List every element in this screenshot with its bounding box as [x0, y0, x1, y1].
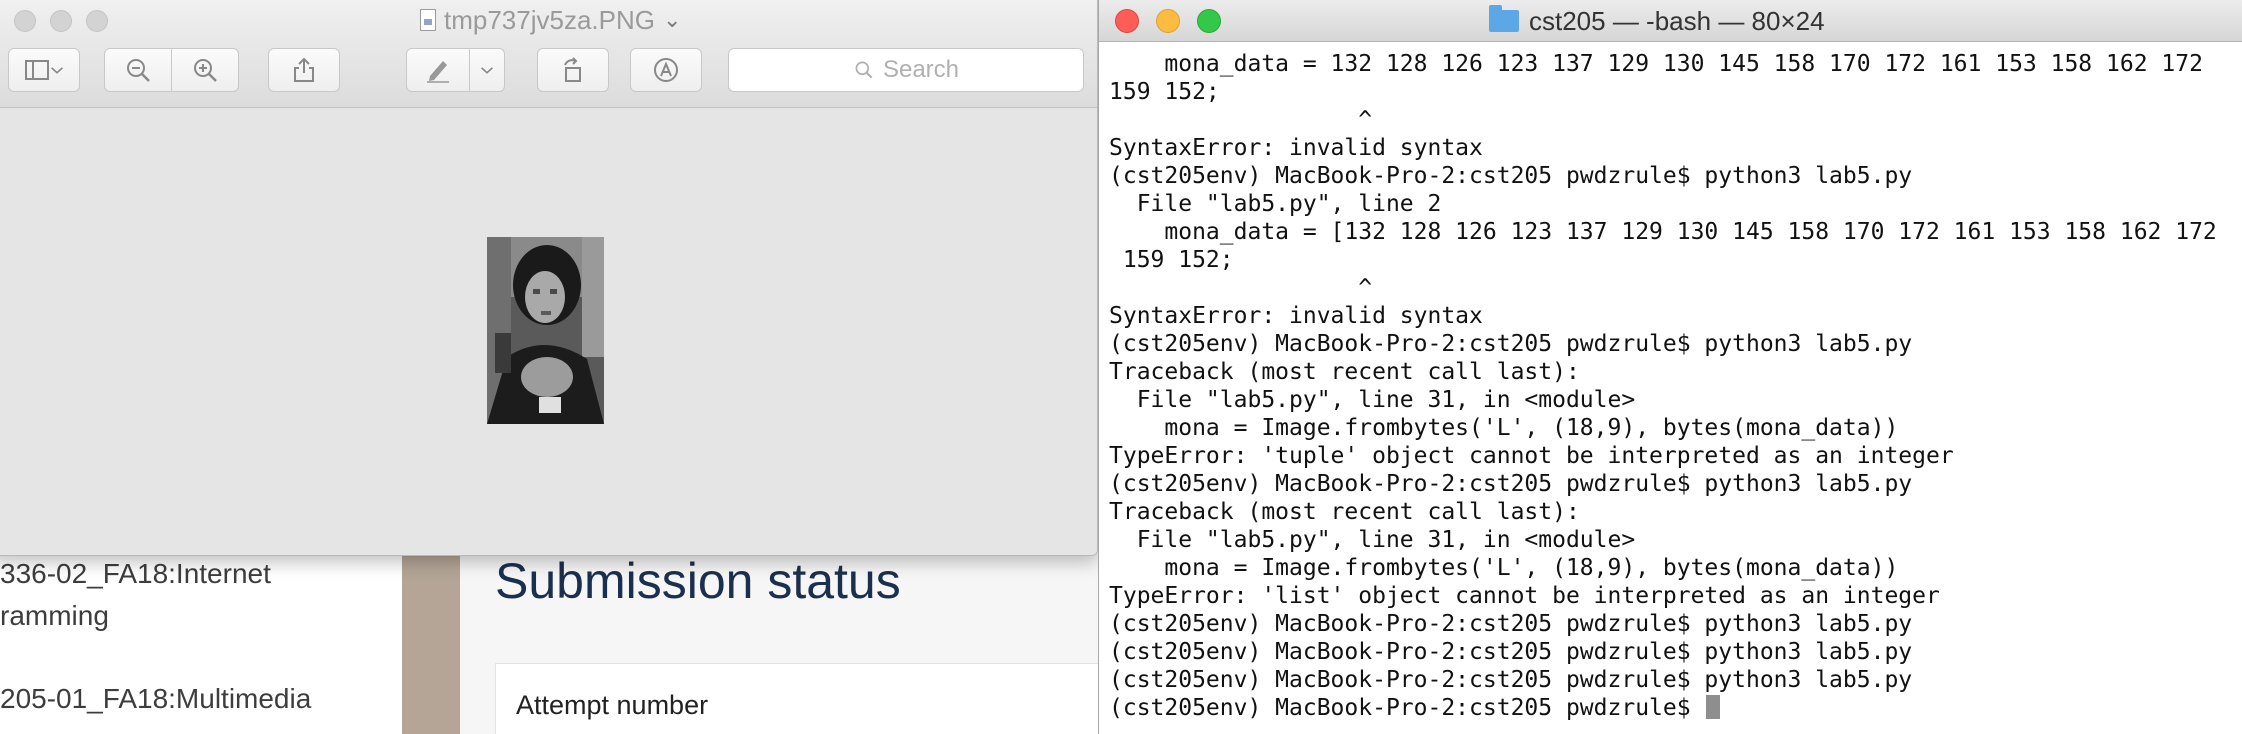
- zoom-in-button[interactable]: [171, 48, 239, 92]
- terminal-line: File "lab5.py", line 31, in <module>: [1109, 387, 1636, 413]
- terminal-prompt: (cst205env) MacBook-Pro-2:cst205 pwdzrul…: [1109, 695, 1705, 721]
- terminal-window: cst205 — -bash — 80×24 mona_data = 132 1…: [1098, 0, 2242, 734]
- terminal-line: (cst205env) MacBook-Pro-2:cst205 pwdzrul…: [1109, 611, 1913, 637]
- search-icon: [855, 61, 873, 79]
- terminal-line: Traceback (most recent call last):: [1109, 499, 1580, 525]
- sidebar-toggle-icon: [25, 60, 49, 80]
- share-icon: [294, 57, 314, 82]
- minimize-button[interactable]: [50, 10, 72, 32]
- annotate-button[interactable]: [630, 48, 702, 92]
- preview-titlebar[interactable]: tmp737jv5za.PNG ⌄ Search: [0, 0, 1097, 108]
- terminal-line: TypeError: 'list' object cannot be inter…: [1109, 583, 1940, 609]
- terminal-prompt-line[interactable]: (cst205env) MacBook-Pro-2:cst205 pwdzrul…: [1109, 694, 2242, 722]
- terminal-line: TypeError: 'tuple' object cannot be inte…: [1109, 443, 1954, 469]
- chevron-down-icon: [481, 67, 493, 74]
- terminal-line: (cst205env) MacBook-Pro-2:cst205 pwdzrul…: [1109, 639, 1913, 665]
- terminal-line: (cst205env) MacBook-Pro-2:cst205 pwdzrul…: [1109, 471, 1913, 497]
- chevron-down-icon: [51, 67, 63, 74]
- attempt-number-label: Attempt number: [516, 690, 709, 720]
- markup-menu-button[interactable]: [469, 48, 505, 92]
- annotate-icon: [654, 58, 678, 82]
- window-title: cst205 — -bash — 80×24: [1489, 4, 1825, 38]
- markup-pen-icon: [427, 61, 449, 83]
- preview-canvas: [0, 109, 1097, 555]
- terminal-line: mona = Image.frombytes('L', (18,9), byte…: [1109, 555, 1899, 581]
- terminal-line: (cst205env) MacBook-Pro-2:cst205 pwdzrul…: [1109, 667, 1913, 693]
- text-cursor: [1706, 695, 1721, 719]
- chevron-down-icon: ⌄: [662, 7, 682, 32]
- zoom-button[interactable]: [86, 10, 108, 32]
- markup-button[interactable]: [406, 48, 470, 92]
- search-input[interactable]: Search: [728, 48, 1084, 92]
- terminal-line: 159 152;: [1109, 79, 1220, 105]
- sidebar-toggle-button[interactable]: [8, 48, 80, 92]
- terminal-line: SyntaxError: invalid syntax: [1109, 135, 1483, 161]
- terminal-line: 159 152;: [1109, 247, 1234, 273]
- course-link-multimedia[interactable]: 205-01_FA18:Multimedia: [0, 678, 311, 720]
- terminal-line: ^: [1109, 107, 1373, 133]
- course-link-line: ramming: [0, 600, 109, 631]
- share-button[interactable]: [268, 48, 340, 92]
- folder-icon: [1489, 5, 1519, 32]
- terminal-line: Traceback (most recent call last):: [1109, 359, 1580, 385]
- png-file-icon: [420, 9, 436, 31]
- terminal-line: File "lab5.py", line 31, in <module>: [1109, 527, 1636, 553]
- course-link-line: 336-02_FA18:Internet: [0, 558, 271, 589]
- rotate-button[interactable]: [537, 48, 609, 92]
- mona-lisa-thumbnail: [487, 237, 604, 424]
- terminal-line: ^: [1109, 275, 1373, 301]
- terminal-line: (cst205env) MacBook-Pro-2:cst205 pwdzrul…: [1109, 331, 1913, 357]
- terminal-line: SyntaxError: invalid syntax: [1109, 303, 1483, 329]
- zoom-out-button[interactable]: [104, 48, 172, 92]
- terminal-line: mona = Image.frombytes('L', (18,9), byte…: [1109, 415, 1899, 441]
- minimize-button[interactable]: [1156, 9, 1180, 33]
- zoom-in-icon: [194, 59, 217, 82]
- search-placeholder: Search: [882, 56, 960, 83]
- zoom-out-icon: [127, 59, 150, 82]
- window-title-text: cst205 — -bash — 80×24: [1529, 5, 1825, 36]
- rotate-icon: [564, 57, 581, 82]
- terminal-output[interactable]: mona_data = 132 128 126 123 137 129 130 …: [1109, 50, 2242, 722]
- terminal-titlebar[interactable]: cst205 — -bash — 80×24: [1099, 0, 2242, 42]
- terminal-line: File "lab5.py", line 2: [1109, 191, 1442, 217]
- page-title: Submission status: [495, 553, 901, 609]
- terminal-line: (cst205env) MacBook-Pro-2:cst205 pwdzrul…: [1109, 163, 1913, 189]
- preview-window: tmp737jv5za.PNG ⌄ Search: [0, 0, 1098, 556]
- close-button[interactable]: [1115, 9, 1139, 33]
- course-link-line: 205-01_FA18:Multimedia: [0, 683, 312, 714]
- zoom-button[interactable]: [1197, 9, 1221, 33]
- terminal-line: mona_data = [132 128 126 123 137 129 130…: [1109, 219, 2217, 245]
- window-title[interactable]: tmp737jv5za.PNG ⌄: [420, 4, 681, 36]
- close-button[interactable]: [14, 10, 36, 32]
- terminal-line: mona_data = 132 128 126 123 137 129 130 …: [1109, 51, 2203, 77]
- window-title-text: tmp737jv5za.PNG: [444, 4, 655, 35]
- course-link-internet-programming[interactable]: 336-02_FA18:Internet ramming: [0, 553, 271, 637]
